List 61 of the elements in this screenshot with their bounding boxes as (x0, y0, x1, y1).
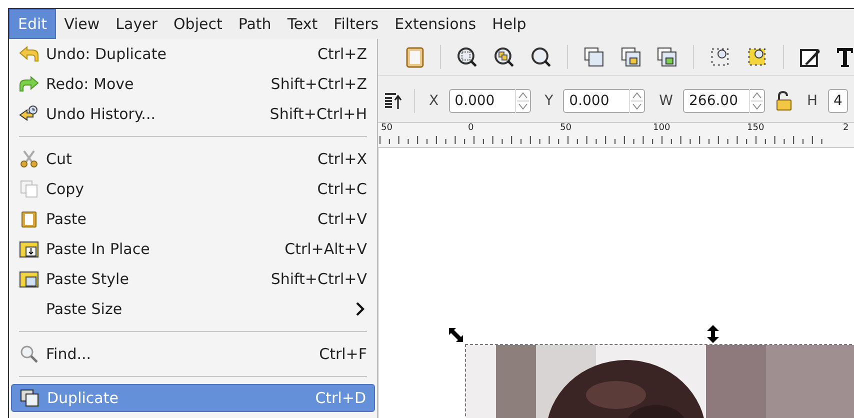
menu-item[interactable]: Find... Ctrl+F (9, 339, 377, 369)
field-label: W (659, 93, 673, 109)
copy-icon (19, 180, 39, 198)
zoom-icon[interactable] (492, 46, 515, 68)
ruler-label: 2 (843, 123, 849, 133)
ruler-label: 100 (653, 123, 670, 133)
clipboard-icon (19, 240, 39, 258)
menu-item[interactable]: Undo History... Shift+Ctrl+H (9, 99, 377, 129)
spinner-arrows-icon[interactable] (514, 89, 530, 113)
zoom-icon[interactable] (456, 46, 478, 68)
field-label: Y (544, 93, 554, 109)
menu-bar-item[interactable]: Text (279, 9, 326, 39)
menu-item[interactable]: Paste In Place Ctrl+Alt+V (9, 234, 377, 264)
menu-bar-item[interactable]: View (56, 9, 108, 39)
menu-item[interactable]: Copy Ctrl+C (9, 174, 377, 204)
menu-item[interactable]: Redo: Move Shift+Ctrl+Z (9, 69, 377, 99)
field-label: X (429, 93, 439, 109)
align-icon[interactable] (384, 91, 404, 111)
number-field[interactable]: 0.000 (448, 89, 531, 113)
layer-icon[interactable] (656, 46, 678, 68)
pencil-icon[interactable] (799, 46, 822, 68)
menu-bar-item[interactable]: Path (230, 9, 280, 39)
redo-arrow-icon (19, 75, 39, 93)
text-tool-icon[interactable] (836, 46, 854, 68)
layer-icon[interactable] (620, 46, 642, 68)
spinner-arrows-icon[interactable] (629, 89, 644, 113)
magnifier-icon (19, 345, 39, 363)
duplicate-icon (20, 389, 40, 407)
layer-icon[interactable] (582, 46, 605, 68)
menu-bar-item[interactable]: Layer (108, 9, 166, 39)
menu-item[interactable]: Paste Ctrl+V (9, 204, 377, 234)
ruler-label: 0 (468, 123, 474, 133)
ruler-label: 50 (560, 123, 572, 133)
spinner-arrows-icon[interactable] (749, 89, 764, 113)
undo-arrow-icon (19, 45, 39, 63)
menu-item[interactable]: Cut Ctrl+X (9, 144, 377, 174)
number-field[interactable]: 4 (828, 89, 848, 113)
selection-icon[interactable] (746, 46, 768, 68)
history-icon (19, 105, 39, 123)
clipboard-icon (19, 270, 39, 288)
menu-item[interactable]: Paste Size (9, 294, 377, 324)
clipboard-icon[interactable] (405, 46, 425, 68)
ruler-label: 50 (381, 123, 392, 133)
clipboard-icon (19, 210, 39, 228)
number-field[interactable]: 0.000 (563, 89, 646, 113)
menu-bar-item[interactable]: Help (484, 9, 534, 39)
menu-item[interactable]: Undo: Duplicate Ctrl+Z (9, 39, 377, 69)
menu-bar-item[interactable]: Extensions (386, 9, 484, 39)
scale-handle-icon[interactable] (448, 327, 464, 343)
scale-handle-icon[interactable] (707, 325, 719, 343)
selection-icon[interactable] (709, 46, 732, 68)
menu-item[interactable]: Paste Style Shift+Ctrl+V (9, 264, 377, 294)
scissors-icon (19, 150, 39, 168)
number-field[interactable]: 266.00 (683, 89, 765, 113)
menu-bar-item[interactable]: Object (166, 9, 230, 39)
chevron-right-icon (355, 302, 365, 316)
lock-icon[interactable] (775, 90, 793, 112)
menu-bar-item[interactable]: Filters (326, 9, 387, 39)
zoom-icon[interactable] (530, 46, 552, 68)
ruler-label: 150 (747, 123, 764, 133)
field-label: H (807, 93, 818, 109)
